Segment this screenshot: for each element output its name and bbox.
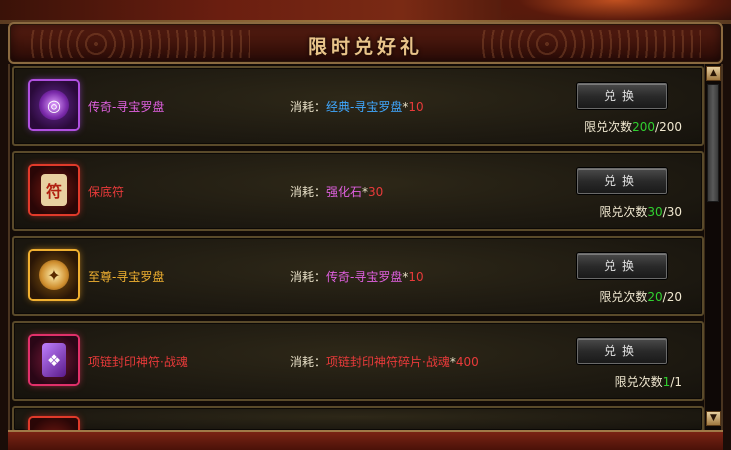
list-item: ◎ 传奇-寻宝罗盘 消耗：经典-寻宝罗盘*10 兑换 限兑次数200/200 (12, 66, 704, 146)
limit-label: 限兑次数 (584, 120, 633, 134)
exchange-limit: 限兑次数20/20 (599, 288, 682, 305)
exchange-button[interactable]: 兑换 (577, 253, 667, 279)
list-item: 符 保底符 消耗：强化石*30 兑换 限兑次数30/30 (12, 151, 704, 231)
item-name: 至尊-寻宝罗盘 (88, 270, 165, 284)
exchange-button[interactable]: 兑换 (577, 168, 667, 194)
exchange-limit: 限兑次数30/30 (599, 203, 682, 220)
cost-label: 消耗： (290, 100, 327, 114)
scrollbar[interactable]: ▲ ▼ (704, 64, 721, 430)
exchange-button[interactable]: 兑换 (577, 83, 667, 109)
cost-quantity: 10 (408, 100, 424, 114)
list-item (12, 406, 704, 432)
pink-seal-scroll-icon[interactable]: ❖ (30, 336, 78, 384)
item-name: 项链封印神符·战魂 (88, 355, 188, 369)
panel-header: 限时兑好礼 (8, 22, 723, 64)
list-item: ✦ 至尊-寻宝罗盘 消耗：传奇-寻宝罗盘*10 兑换 限兑次数20/20 (12, 236, 704, 316)
cost-label: 消耗： (290, 355, 327, 369)
limit-used: 20 (647, 290, 663, 304)
top-banner (0, 0, 731, 24)
page-title: 限时兑好礼 (307, 36, 423, 58)
cost-item: 强化石 (326, 185, 363, 199)
cost-quantity: 400 (455, 355, 479, 369)
red-talisman-icon[interactable]: 符 (30, 166, 78, 214)
compass-glyph: ✦ (39, 260, 69, 290)
exchange-limit: 限兑次数200/200 (584, 118, 682, 135)
scroll-thumb[interactable] (707, 84, 719, 202)
scroll-down-icon[interactable]: ▼ (706, 411, 721, 426)
exchange-limit: 限兑次数1/1 (615, 373, 682, 390)
limit-used: 30 (647, 205, 663, 219)
cost-text: 消耗：强化石*30 (290, 183, 383, 200)
cost-label: 消耗： (290, 185, 327, 199)
scroll-up-icon[interactable]: ▲ (706, 66, 721, 81)
item-name: 传奇-寻宝罗盘 (88, 100, 165, 114)
cost-text: 消耗：经典-寻宝罗盘*10 (290, 98, 424, 115)
panel-footer (8, 430, 723, 450)
purple-compass-icon[interactable]: ◎ (30, 81, 78, 129)
limit-total: 20 (666, 290, 682, 304)
talisman-glyph: 符 (41, 174, 67, 206)
cost-quantity: 30 (368, 185, 384, 199)
cost-text: 消耗：传奇-寻宝罗盘*10 (290, 268, 424, 285)
scroll-glyph: ❖ (42, 343, 66, 377)
list-item: ❖ 项链封印神符·战魂 消耗：项链封印神符碎片·战魂*400 兑换 限兑次数1/… (12, 321, 704, 401)
limit-label: 限兑次数 (599, 205, 648, 219)
item-name: 保底符 (88, 185, 125, 199)
cost-item: 经典-寻宝罗盘 (326, 100, 403, 114)
gold-compass-icon[interactable]: ✦ (30, 251, 78, 299)
cost-label: 消耗： (290, 270, 327, 284)
cost-item: 传奇-寻宝罗盘 (326, 270, 403, 284)
limit-label: 限兑次数 (599, 290, 648, 304)
limit-total: 200 (659, 120, 682, 134)
limit-used: 200 (632, 120, 656, 134)
compass-glyph: ◎ (39, 90, 69, 120)
exchange-button[interactable]: 兑换 (577, 338, 667, 364)
cost-quantity: 10 (408, 270, 424, 284)
cost-text: 消耗：项链封印神符碎片·战魂*400 (290, 353, 479, 370)
cost-item: 项链封印神符碎片·战魂 (326, 355, 450, 369)
limit-total: 1 (674, 375, 682, 389)
limit-label: 限兑次数 (614, 375, 663, 389)
exchange-list: ◎ 传奇-寻宝罗盘 消耗：经典-寻宝罗盘*10 兑换 限兑次数200/200 符… (8, 64, 723, 432)
limit-total: 30 (666, 205, 682, 219)
